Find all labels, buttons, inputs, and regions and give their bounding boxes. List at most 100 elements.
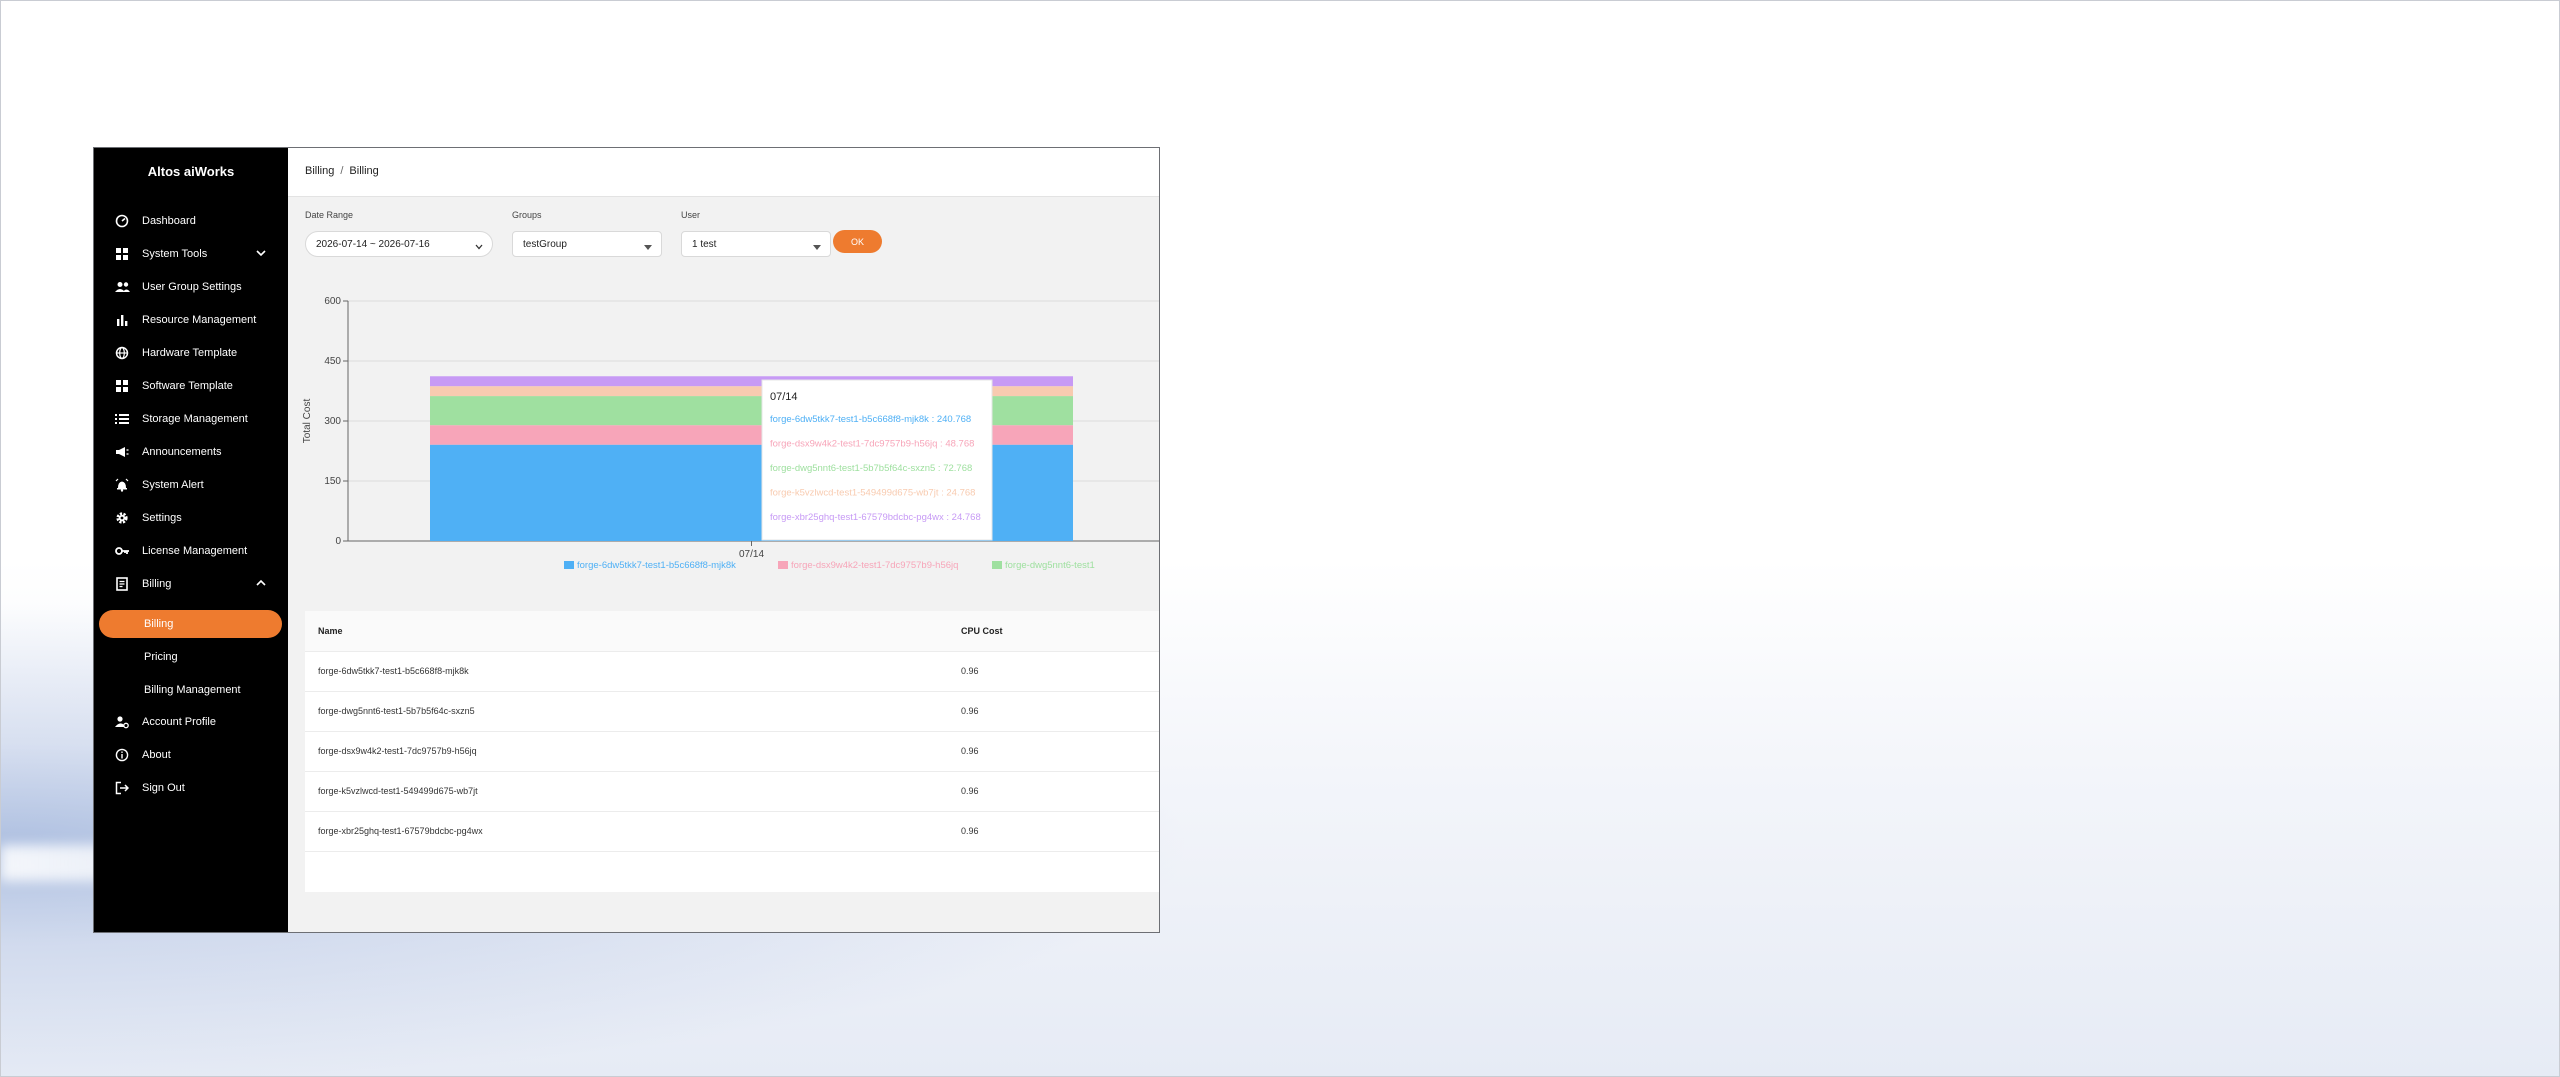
sidebar-item-label: Software Template	[142, 380, 233, 392]
tooltip-line: forge-6dw5tkk7-test1-b5c668f8-mjk8k : 24…	[770, 414, 971, 425]
breadcrumb-separator: /	[340, 165, 344, 177]
table-header: Name CPU Cost	[305, 611, 1159, 652]
tooltip-line: forge-k5vzlwcd-test1-549499d675-wb7jt : …	[770, 488, 975, 499]
users-icon	[114, 279, 130, 295]
sidebar-item-resource-management[interactable]: Resource Management	[94, 305, 288, 335]
chevron-up-icon	[256, 578, 266, 590]
groups-value: testGroup	[523, 238, 567, 250]
sidebar-item-hardware-template[interactable]: Hardware Template	[94, 338, 288, 368]
ok-button[interactable]: OK	[833, 230, 882, 253]
sidebar-item-license-management[interactable]: License Management	[94, 536, 288, 566]
user-value: 1 test	[692, 238, 717, 250]
legend-label: forge-dsx9w4k2-test1-7dc9757b9-h56jq	[791, 560, 958, 571]
legend-label: forge-dwg5nnt6-test1	[1005, 560, 1095, 571]
cell-name: forge-6dw5tkk7-test1-b5c668f8-mjk8k	[318, 666, 469, 676]
breadcrumb-parent[interactable]: Billing	[305, 165, 334, 177]
cell-name: forge-dwg5nnt6-test1-5b7b5f64c-sxzn5	[318, 706, 475, 716]
table-row[interactable]: forge-6dw5tkk7-test1-b5c668f8-mjk8k 0.96	[305, 651, 1159, 692]
groups-label: Groups	[512, 210, 542, 220]
cost-chart: 0150300450600Total Cost07/1407/14forge-6…	[302, 296, 1159, 571]
bar-chart-icon	[114, 312, 130, 328]
groups-select[interactable]: testGroup	[512, 231, 662, 257]
top-bar: Billing / Billing	[288, 148, 1159, 197]
sidebar-item-software-template[interactable]: Software Template	[94, 371, 288, 401]
sidebar-subitem-billing[interactable]: Billing	[99, 610, 282, 638]
y-tick-label: 0	[335, 536, 341, 547]
billing-table: Name CPU Cost forge-6dw5tkk7-test1-b5c66…	[305, 611, 1159, 892]
cell-cpu-cost: 0.96	[961, 826, 979, 836]
sidebar-subitem-label: Pricing	[144, 651, 178, 663]
legend-swatch	[992, 561, 1002, 569]
cell-cpu-cost: 0.96	[961, 786, 979, 796]
legend-swatch	[778, 561, 788, 569]
tooltip-line: forge-dsx9w4k2-test1-7dc9757b9-h56jq : 4…	[770, 439, 974, 450]
sidebar-item-label: Announcements	[142, 446, 222, 458]
info-icon	[114, 747, 130, 763]
tooltip-title: 07/14	[770, 391, 798, 403]
sidebar-item-label: Account Profile	[142, 716, 216, 728]
chevron-down-icon	[475, 242, 483, 253]
table-row[interactable]: forge-xbr25ghq-test1-67579bdcbc-pg4wx 0.9…	[305, 811, 1159, 852]
date-range-picker[interactable]: 2026-07-14 ~ 2026-07-16	[305, 231, 493, 257]
y-tick-label: 300	[324, 416, 341, 427]
sidebar-item-label: Resource Management	[142, 314, 257, 326]
caret-down-icon	[644, 242, 652, 253]
app-window: Altos aiWorks Dashboard System Tools Use…	[93, 147, 1160, 933]
sidebar-item-label: System Tools	[142, 248, 208, 260]
table-row[interactable]: forge-dsx9w4k2-test1-7dc9757b9-h56jq 0.96	[305, 731, 1159, 772]
account-gear-icon	[114, 714, 130, 730]
sidebar-item-system-alert[interactable]: System Alert	[94, 470, 288, 500]
table-row[interactable]: forge-dwg5nnt6-test1-5b7b5f64c-sxzn5 0.96	[305, 691, 1159, 732]
sidebar-item-dashboard[interactable]: Dashboard	[94, 206, 288, 236]
sidebar-item-label: Settings	[142, 512, 182, 524]
sidebar: Altos aiWorks Dashboard System Tools Use…	[94, 148, 288, 932]
cell-name: forge-k5vzlwcd-test1-549499d675-wb7jt	[318, 786, 478, 796]
y-tick-label: 600	[324, 296, 341, 307]
sidebar-item-announcements[interactable]: Announcements	[94, 437, 288, 467]
sidebar-item-billing[interactable]: Billing	[94, 569, 288, 599]
apps-icon	[114, 246, 130, 262]
sidebar-item-label: Storage Management	[142, 413, 248, 425]
sidebar-item-account-profile[interactable]: Account Profile	[94, 707, 288, 737]
y-tick-label: 150	[324, 476, 341, 487]
sidebar-item-settings[interactable]: Settings	[94, 503, 288, 533]
sidebar-item-label: About	[142, 749, 171, 761]
dashboard-icon	[114, 213, 130, 229]
sidebar-item-label: Hardware Template	[142, 347, 238, 359]
sidebar-item-user-group-settings[interactable]: User Group Settings	[94, 272, 288, 302]
receipt-icon	[114, 576, 130, 592]
y-axis-label: Total Cost	[302, 399, 313, 444]
breadcrumb-current: Billing	[349, 165, 379, 177]
main-content: Billing / Billing Date Range 2026-07-14 ~ …	[288, 148, 1159, 932]
breadcrumb: Billing / Billing	[305, 165, 379, 177]
cell-cpu-cost: 0.96	[961, 666, 979, 676]
chevron-down-icon	[256, 248, 266, 260]
widgets-icon	[114, 378, 130, 394]
sidebar-item-about[interactable]: About	[94, 740, 288, 770]
user-select[interactable]: 1 test	[681, 231, 831, 257]
sidebar-item-system-tools[interactable]: System Tools	[94, 239, 288, 269]
legend-swatch	[564, 561, 574, 569]
sidebar-item-label: User Group Settings	[142, 281, 242, 293]
legend-label: forge-6dw5tkk7-test1-b5c668f8-mjk8k	[577, 560, 736, 571]
caret-down-icon	[813, 242, 821, 253]
sidebar-subitem-pricing[interactable]: Pricing	[94, 643, 288, 671]
table-row[interactable]: forge-k5vzlwcd-test1-549499d675-wb7jt 0.9…	[305, 771, 1159, 812]
sidebar-item-label: Billing	[142, 578, 172, 590]
column-header-name: Name	[318, 626, 343, 636]
tooltip-line: forge-dwg5nnt6-test1-5b7b5f64c-sxzn5 : 7…	[770, 463, 972, 474]
cell-name: forge-xbr25ghq-test1-67579bdcbc-pg4wx	[318, 826, 483, 836]
sidebar-item-label: License Management	[142, 545, 248, 557]
cell-name: forge-dsx9w4k2-test1-7dc9757b9-h56jq	[318, 746, 477, 756]
y-tick-label: 450	[324, 356, 341, 367]
cell-cpu-cost: 0.96	[961, 706, 979, 716]
logout-icon	[114, 780, 130, 796]
sidebar-subitem-billing-management[interactable]: Billing Management	[94, 676, 288, 704]
alarm-bell-icon	[114, 477, 130, 493]
megaphone-icon	[114, 444, 130, 460]
sidebar-item-sign-out[interactable]: Sign Out	[94, 773, 288, 803]
x-tick-label: 07/14	[739, 549, 764, 560]
list-icon	[114, 411, 130, 427]
cell-cpu-cost: 0.96	[961, 746, 979, 756]
sidebar-item-storage-management[interactable]: Storage Management	[94, 404, 288, 434]
